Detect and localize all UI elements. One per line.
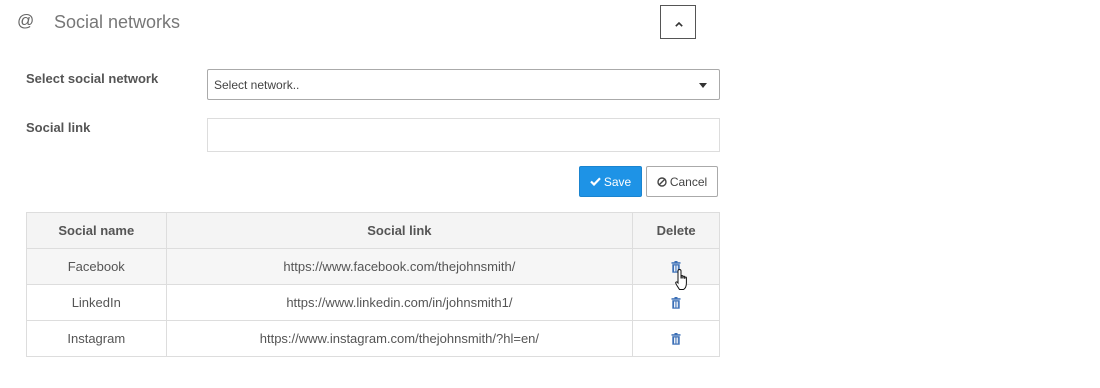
hand-cursor-icon [675, 268, 691, 297]
select-network-label: Select social network [26, 71, 159, 86]
at-icon: @ [17, 11, 35, 30]
header-delete: Delete [632, 212, 720, 249]
cell-social-link: https://www.linkedin.com/in/johnsmith1/ [165, 284, 634, 321]
chevron-up-icon [675, 22, 683, 27]
trash-icon[interactable] [671, 333, 681, 348]
table-row: LinkedIn https://www.linkedin.com/in/joh… [26, 284, 720, 321]
cell-social-link: https://www.facebook.com/thejohnsmith/ [165, 248, 634, 285]
social-link-label: Social link [26, 120, 91, 135]
section-title: Social networks [54, 12, 181, 32]
ban-icon [657, 176, 667, 187]
cell-social-name: Facebook [26, 248, 167, 285]
social-link-input[interactable] [207, 118, 720, 152]
cancel-button[interactable]: Cancel [646, 166, 718, 197]
network-select-value: Select network.. [214, 78, 300, 92]
cell-social-name: Instagram [26, 320, 167, 357]
network-select[interactable]: Select network.. [207, 69, 720, 100]
save-label: Save [603, 174, 632, 189]
section-header: @ Social networks [0, 0, 720, 44]
cell-delete [632, 320, 720, 357]
table-header-row: Social name Social link Delete [26, 212, 720, 249]
trash-icon[interactable] [671, 297, 681, 312]
header-social-name: Social name [26, 212, 167, 249]
table-row: Facebook https://www.facebook.com/thejoh… [26, 248, 720, 285]
cell-social-name: LinkedIn [26, 284, 167, 321]
save-button[interactable]: Save [579, 166, 642, 197]
table-row: Instagram https://www.instagram.com/thej… [26, 320, 720, 357]
header-social-link: Social link [165, 212, 634, 249]
social-links-table: Social name Social link Delete Facebook … [26, 212, 720, 357]
caret-down-icon [699, 83, 707, 88]
social-networks-panel: @ Social networks Select social network … [0, 0, 1100, 388]
cell-social-link: https://www.instagram.com/thejohnsmith/?… [165, 320, 634, 357]
check-icon [590, 177, 601, 186]
collapse-button[interactable] [660, 5, 696, 39]
cancel-label: Cancel [669, 174, 708, 189]
